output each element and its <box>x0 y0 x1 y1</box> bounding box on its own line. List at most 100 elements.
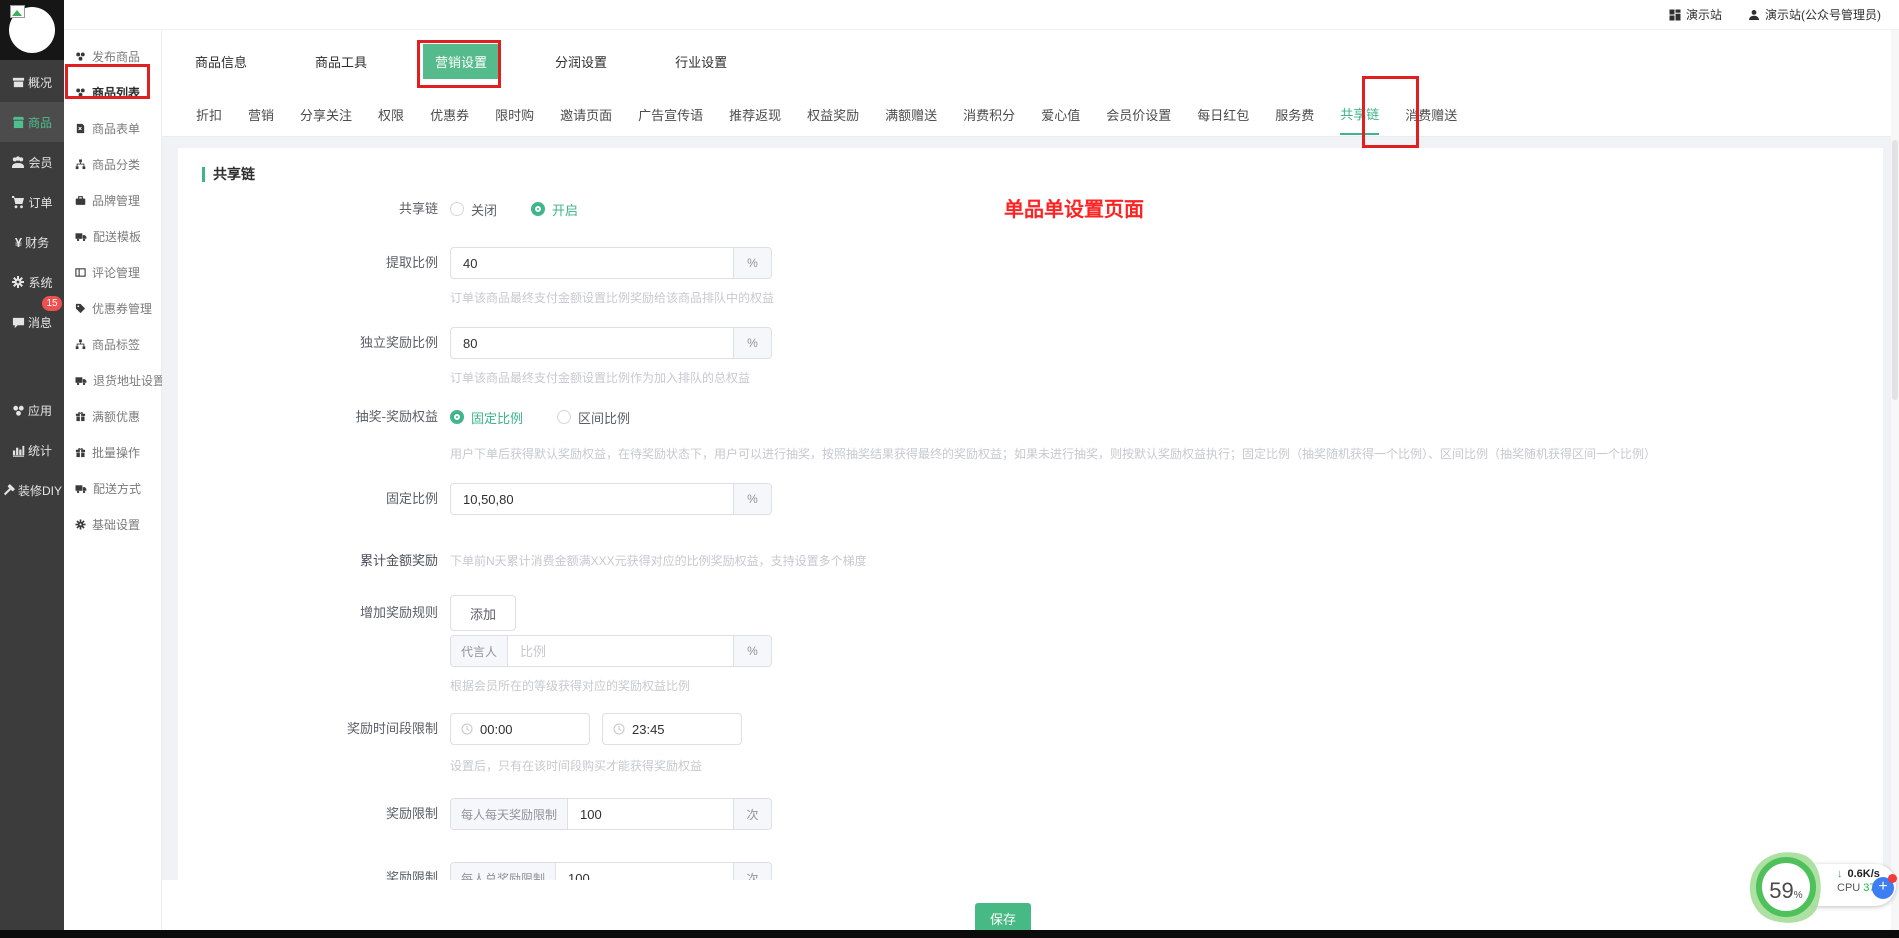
tab-share-chain[interactable]: 共享链 <box>1340 94 1379 135</box>
tab-flash-sale[interactable]: 限时购 <box>495 95 534 134</box>
tab-marketing-settings[interactable]: 营销设置 <box>423 44 499 79</box>
submenu-item-label: 商品表单 <box>92 120 140 137</box>
user-menu[interactable]: 演示站(公众号管理员) <box>1748 6 1881 23</box>
submenu-item-full-discount[interactable]: 满额优惠 <box>64 398 161 434</box>
ratio-input[interactable] <box>508 636 733 666</box>
submenu-item-coupon-management[interactable]: 优惠券管理 <box>64 290 161 326</box>
start-time-picker[interactable] <box>450 713 590 745</box>
tab-goods-tools[interactable]: 商品工具 <box>303 44 379 79</box>
field-label: 奖励时间段限制 <box>202 713 450 745</box>
form-row-fixed-ratio: 固定比例 % <box>202 483 1859 515</box>
tab-full-gift[interactable]: 满额赠送 <box>885 95 937 134</box>
independent-ratio-input[interactable] <box>451 328 733 358</box>
fixed-ratio-input[interactable] <box>451 484 733 514</box>
sidebar-item-finance[interactable]: ¥ 财务 <box>0 222 64 262</box>
tab-profit-settings[interactable]: 分润设置 <box>543 44 619 79</box>
sidebar-item-label: 财务 <box>25 234 49 251</box>
submenu-item-goods-tags[interactable]: 商品标签 <box>64 326 161 362</box>
goods-cluster-icon <box>75 51 86 62</box>
submenu-item-brand-management[interactable]: 品牌管理 <box>64 182 161 218</box>
extract-ratio-input[interactable] <box>451 248 733 278</box>
tab-love-value[interactable]: 爱心值 <box>1041 95 1080 134</box>
sidebar-item-stats[interactable]: 统计 <box>0 430 64 470</box>
form-row-independent-ratio: 独立奖励比例 % <box>202 327 1859 359</box>
sidebar-item-overview[interactable]: 概况 <box>0 62 64 102</box>
gauge-ring: 59 % <box>1756 857 1816 917</box>
tab-share-follow[interactable]: 分享关注 <box>300 95 352 134</box>
submenu-item-basic-settings[interactable]: 基础设置 <box>64 506 161 542</box>
submenu-item-label: 评论管理 <box>92 264 140 281</box>
field-label: 奖励限制 <box>202 798 450 830</box>
tab-marketing[interactable]: 营销 <box>248 95 274 134</box>
user-icon <box>1748 9 1760 21</box>
submenu-item-delivery-template[interactable]: 配送模板 <box>64 218 161 254</box>
start-time-input[interactable] <box>480 722 550 737</box>
site-name: 演示站 <box>1686 6 1722 23</box>
sidebar-item-messages[interactable]: 15 消息 <box>0 302 64 342</box>
page-scrollbar-track[interactable] <box>1891 30 1899 930</box>
sidebar-item-orders[interactable]: 订单 <box>0 182 64 222</box>
daily-limit-input-group: 每人每天奖励限制 次 <box>450 798 772 830</box>
tab-permissions[interactable]: 权限 <box>378 95 404 134</box>
site-switcher[interactable]: 演示站 <box>1669 6 1722 23</box>
tab-goods-info[interactable]: 商品信息 <box>183 44 259 79</box>
tab-referral-cashback[interactable]: 推荐返现 <box>729 95 781 134</box>
tab-consume-points[interactable]: 消费积分 <box>963 95 1015 134</box>
end-time-input[interactable] <box>632 722 702 737</box>
submenu-item-goods-form[interactable]: 商品表单 <box>64 110 161 146</box>
tab-ad-slogan[interactable]: 广告宣传语 <box>638 95 703 134</box>
total-limit-input[interactable] <box>556 863 733 880</box>
submenu-item-publish-goods[interactable]: 发布商品 <box>64 38 161 74</box>
memory-usage-gauge[interactable]: 59 % <box>1750 851 1822 923</box>
sidebar-item-diy[interactable]: 装修DIY <box>0 470 64 510</box>
sidebar-item-goods[interactable]: 商品 <box>0 102 64 142</box>
submenu-item-label: 退货地址设置 <box>93 372 165 389</box>
radio-on[interactable]: 开启 <box>531 200 578 219</box>
submenu-item-goods-category[interactable]: 商品分类 <box>64 146 161 182</box>
tab-service-fee[interactable]: 服务费 <box>1275 95 1314 134</box>
add-rule-button[interactable]: 添加 <box>450 595 516 631</box>
radio-fixed-ratio[interactable]: 固定比例 <box>450 408 523 427</box>
unit-suffix: % <box>733 636 771 666</box>
submenu-item-label: 商品分类 <box>92 156 140 173</box>
save-button[interactable]: 保存 <box>975 903 1031 933</box>
end-time-picker[interactable] <box>602 713 742 745</box>
radio-range-ratio[interactable]: 区间比例 <box>557 408 630 427</box>
truck-icon <box>75 231 87 242</box>
tab-invite-page[interactable]: 邀请页面 <box>560 95 612 134</box>
tab-discount[interactable]: 折扣 <box>196 95 222 134</box>
tab-daily-redpacket[interactable]: 每日红包 <box>1197 95 1249 134</box>
submenu-item-delivery-method[interactable]: 配送方式 <box>64 470 161 506</box>
radio-circle-icon <box>531 202 545 216</box>
spokesperson-prefix: 代言人 <box>451 636 508 666</box>
submenu-item-batch-operations[interactable]: 批量操作 <box>64 434 161 470</box>
goods-cluster-icon <box>75 87 86 98</box>
tab-industry-settings[interactable]: 行业设置 <box>663 44 739 79</box>
radio-off[interactable]: 关闭 <box>450 200 497 219</box>
truck-icon <box>75 375 87 386</box>
daily-limit-input[interactable] <box>568 799 733 829</box>
form-row-cumulative-reward: 累计金额奖励 下单前N天累计消费金额满XXX元获得对应的比例奖励权益，支持设置多… <box>202 551 1859 571</box>
unit-suffix: % <box>733 328 771 358</box>
submenu-item-comment-management[interactable]: 评论管理 <box>64 254 161 290</box>
form-row-lottery-reward: 抽奖-奖励权益 固定比例 区间比例 <box>202 407 1859 427</box>
tab-coupon[interactable]: 优惠券 <box>430 95 469 134</box>
submenu-item-goods-list[interactable]: 商品列表 <box>64 74 161 110</box>
tab-member-price[interactable]: 会员价设置 <box>1106 95 1171 134</box>
tab-rights-reward[interactable]: 权益奖励 <box>807 95 859 134</box>
primary-tab-bar: 商品信息 商品工具 营销设置 分润设置 行业设置 <box>162 30 1899 92</box>
tab-consume-gift[interactable]: 消费赠送 <box>1405 95 1457 134</box>
goods-submenu: 发布商品 商品列表 商品表单 商品分类 品牌管理 配送模板 评论管理 优惠券管理… <box>64 30 162 930</box>
gauge-percent-sign: % <box>1794 890 1803 901</box>
field-label: 共享链 <box>202 199 450 219</box>
submenu-item-return-address[interactable]: 退货地址设置 <box>64 362 161 398</box>
sidebar-item-label: 商品 <box>28 114 52 131</box>
monitor-notification-dot <box>1888 874 1897 883</box>
sidebar-item-apps[interactable]: 应用 <box>0 390 64 430</box>
form-row-add-rule: 增加奖励规则 添加 <box>202 595 1859 631</box>
page-scrollbar-thumb[interactable] <box>1892 140 1898 400</box>
sidebar-item-members[interactable]: 会员 <box>0 142 64 182</box>
radio-circle-icon <box>450 410 464 424</box>
radio-label: 固定比例 <box>471 408 523 427</box>
form-row-time-limit: 奖励时间段限制 <box>202 713 1859 745</box>
